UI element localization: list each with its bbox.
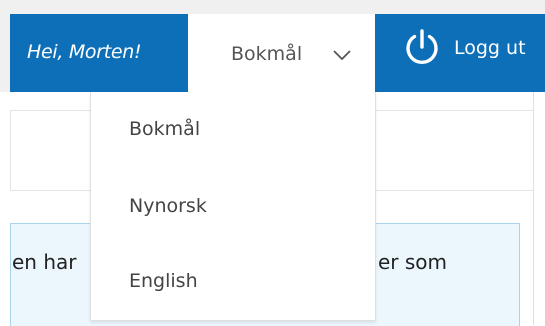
language-selector[interactable]: Bokmål [188,14,375,92]
language-option-nynorsk[interactable]: Nynorsk [91,181,375,231]
logout-label: Logg ut [454,37,526,59]
language-option-bokmal[interactable]: Bokmål [91,104,375,154]
language-selected-label: Bokmål [231,43,303,65]
top-bar: Hei, Morten! Bokmål Logg ut [0,0,545,92]
info-text-fragment-right: er som [378,250,448,274]
info-text-fragment-left: en har [12,250,77,274]
language-option-english[interactable]: English [91,256,375,306]
chevron-down-icon [333,50,351,61]
language-dropdown-menu: Bokmål Nynorsk English [90,92,376,321]
user-greeting: Hei, Morten! [27,41,142,63]
power-icon [406,29,438,65]
content-border [533,92,534,325]
